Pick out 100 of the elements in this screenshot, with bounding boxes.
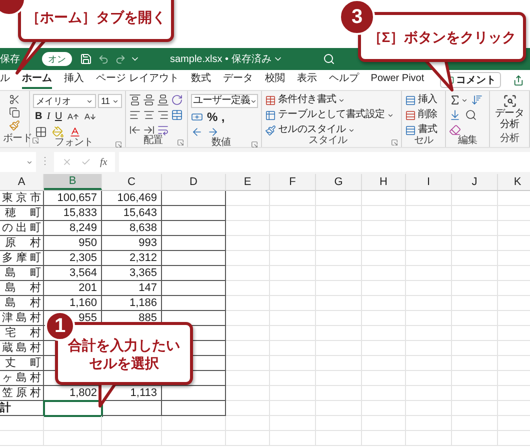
save-icon[interactable] bbox=[80, 53, 92, 65]
table-cell[interactable]: 島 町 bbox=[0, 266, 44, 281]
ribbon-tab[interactable]: ヘルプ bbox=[328, 71, 359, 89]
table-cell[interactable]: 106,469 bbox=[102, 191, 162, 206]
table-cell[interactable]: 多 摩 町 bbox=[0, 251, 44, 266]
table-cell[interactable]: 15,643 bbox=[102, 206, 162, 221]
table-cell[interactable]: ヶ 島 村 bbox=[0, 371, 44, 386]
table-cell[interactable]: 東 京 市 bbox=[0, 191, 44, 206]
column-header[interactable]: K bbox=[498, 174, 530, 190]
table-cell[interactable]: 蔵 島 村 bbox=[0, 341, 44, 356]
increase-decimal-icon[interactable] bbox=[191, 126, 203, 138]
table-cell[interactable] bbox=[44, 401, 102, 416]
table-cell[interactable]: 8,638 bbox=[102, 221, 162, 236]
rows-icon[interactable] bbox=[405, 94, 416, 106]
table-cell[interactable] bbox=[162, 266, 226, 281]
table-cell[interactable]: 993 bbox=[102, 236, 162, 251]
ribbon-tab[interactable]: 校閲 bbox=[264, 71, 285, 89]
align-bottom-icon[interactable] bbox=[157, 94, 169, 106]
table-cell[interactable]: 島 村 bbox=[0, 296, 44, 311]
styles-menu-button[interactable]: テーブルとして書式設定 bbox=[265, 109, 394, 121]
cells-menu-button[interactable]: 書式 bbox=[405, 124, 438, 136]
redo-icon[interactable] bbox=[115, 54, 126, 64]
table-cell[interactable]: 1,160 bbox=[44, 296, 102, 311]
font-style-button[interactable]: B bbox=[35, 112, 42, 122]
fill-icon[interactable] bbox=[449, 109, 461, 121]
align-right-icon[interactable] bbox=[157, 109, 169, 121]
styles-menu-button[interactable]: セルのスタイル bbox=[265, 124, 355, 136]
table-cell[interactable] bbox=[162, 236, 226, 251]
table-cell[interactable]: 宅 村 bbox=[0, 326, 44, 341]
align-center-icon[interactable] bbox=[143, 109, 155, 121]
table-cell[interactable]: の 出 町 bbox=[0, 221, 44, 236]
copy-icon[interactable] bbox=[9, 107, 20, 118]
table-cell[interactable]: 950 bbox=[44, 236, 102, 251]
table-cell[interactable]: 笠 原 村 bbox=[0, 386, 44, 401]
column-header[interactable]: J bbox=[452, 174, 498, 190]
table-cell[interactable] bbox=[162, 281, 226, 296]
align-middle-icon[interactable] bbox=[143, 94, 155, 106]
dialog-launcher-icon[interactable] bbox=[251, 141, 258, 148]
increase-indent-icon[interactable] bbox=[143, 124, 155, 136]
dialog-launcher-icon[interactable] bbox=[115, 141, 122, 148]
table-cell[interactable] bbox=[162, 251, 226, 266]
data-analysis-button[interactable]: データ分析 bbox=[493, 94, 526, 130]
orientation-icon[interactable] bbox=[171, 94, 183, 106]
table-cell[interactable] bbox=[162, 386, 226, 401]
borders-icon[interactable] bbox=[35, 126, 47, 138]
ribbon-tab[interactable]: ル bbox=[0, 71, 10, 89]
table-cell[interactable]: 津 島 村 bbox=[0, 311, 44, 326]
font-style-button[interactable]: I bbox=[46, 112, 50, 122]
enter-icon[interactable] bbox=[81, 157, 91, 167]
rows-icon[interactable] bbox=[405, 110, 416, 120]
number-style-button[interactable]: % bbox=[207, 111, 218, 123]
ribbon-tab[interactable]: 表示 bbox=[296, 71, 317, 89]
styles-menu-button[interactable]: 条件付き書式 bbox=[265, 94, 346, 106]
decrease-indent-icon[interactable] bbox=[129, 124, 141, 136]
rows-icon[interactable] bbox=[405, 124, 416, 136]
table-cell[interactable]: 1,186 bbox=[102, 296, 162, 311]
search-icon[interactable] bbox=[323, 53, 336, 65]
table-cell[interactable]: 2,305 bbox=[44, 251, 102, 266]
table-icon[interactable] bbox=[265, 110, 276, 120]
ribbon-tab[interactable]: データ bbox=[222, 71, 253, 89]
table-cell[interactable]: 100,657 bbox=[44, 191, 102, 206]
ribbon-tab[interactable]: ページ レイアウト bbox=[96, 71, 179, 89]
font-name-field[interactable]: メイリオ bbox=[33, 94, 96, 108]
font-color-icon[interactable] bbox=[69, 126, 81, 138]
column-header[interactable]: E bbox=[226, 174, 270, 190]
search-icon[interactable] bbox=[465, 109, 477, 121]
dialog-launcher-icon[interactable] bbox=[32, 137, 40, 144]
font-style-button[interactable]: U bbox=[54, 112, 62, 122]
table-cell[interactable]: 15,833 bbox=[44, 206, 102, 221]
undo-icon[interactable] bbox=[98, 54, 109, 64]
name-box[interactable] bbox=[0, 152, 36, 172]
column-header[interactable]: I bbox=[406, 174, 452, 190]
dialog-launcher-icon[interactable] bbox=[391, 139, 398, 146]
align-top-icon[interactable] bbox=[129, 94, 141, 106]
number-style-button[interactable]: , bbox=[221, 111, 224, 123]
table-cell[interactable] bbox=[162, 296, 226, 311]
table-icon[interactable] bbox=[265, 94, 276, 106]
cells-menu-button[interactable]: 挿入 bbox=[405, 94, 438, 106]
share-icon[interactable] bbox=[513, 74, 524, 86]
table-cell[interactable]: 147 bbox=[102, 281, 162, 296]
decrease-decimal-icon[interactable] bbox=[207, 126, 219, 138]
align-left-icon[interactable] bbox=[129, 109, 141, 121]
merge-cells-icon[interactable] bbox=[171, 109, 183, 121]
table-cell[interactable]: 原 村 bbox=[0, 236, 44, 251]
table-cell[interactable]: 計 bbox=[0, 401, 44, 416]
table-cell[interactable]: 201 bbox=[44, 281, 102, 296]
autosum-button[interactable] bbox=[449, 94, 468, 106]
column-header[interactable]: H bbox=[362, 174, 406, 190]
number-format-field[interactable]: ユーザー定義 bbox=[191, 94, 258, 108]
eraser-icon[interactable] bbox=[449, 124, 461, 136]
table-cell[interactable] bbox=[162, 401, 226, 416]
table-cell[interactable]: 8,249 bbox=[44, 221, 102, 236]
cut-icon[interactable] bbox=[9, 94, 20, 105]
table-cell[interactable]: 島 村 bbox=[0, 281, 44, 296]
table-cell[interactable] bbox=[162, 191, 226, 206]
table-cell[interactable] bbox=[162, 221, 226, 236]
insert-function-button[interactable]: fx bbox=[100, 154, 108, 170]
fill-color-icon[interactable] bbox=[52, 126, 64, 138]
dialog-launcher-icon[interactable] bbox=[177, 139, 184, 146]
table-cell[interactable]: 3,365 bbox=[102, 266, 162, 281]
